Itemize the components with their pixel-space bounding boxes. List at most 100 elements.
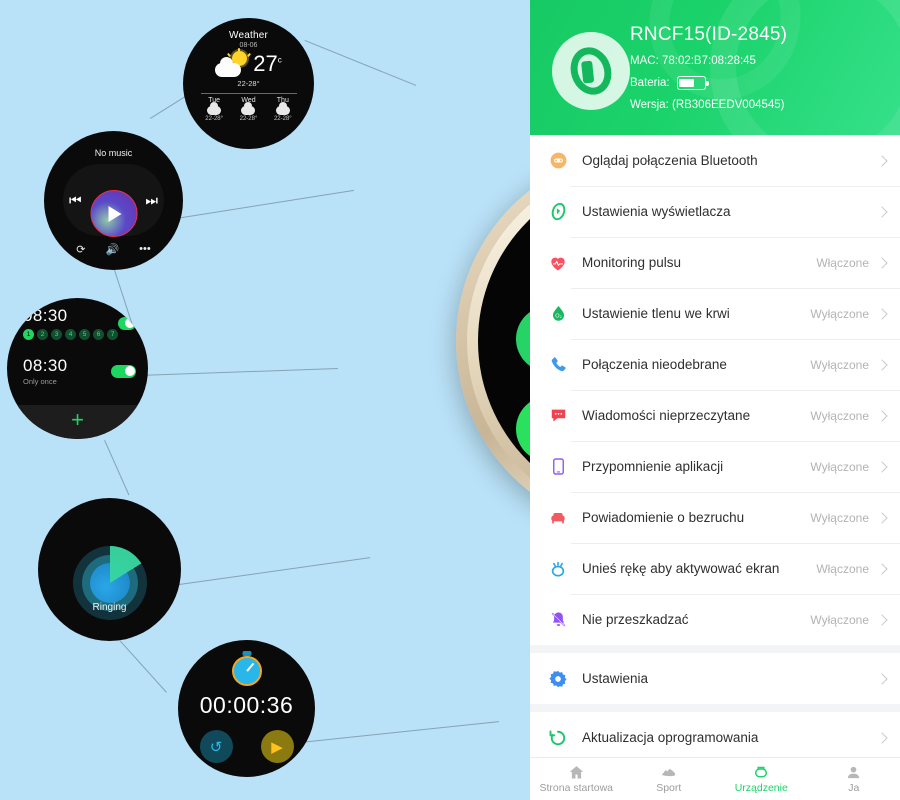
weekday-chip[interactable]: 6 bbox=[93, 329, 104, 340]
play-icon bbox=[108, 205, 122, 222]
row-app-reminder[interactable]: Przypomnienie aplikacji Wyłączone bbox=[530, 441, 900, 492]
row-value: Wyłączone bbox=[810, 612, 869, 627]
stopwatch-controls: ↺ ▶ bbox=[178, 730, 315, 763]
tab-sport[interactable]: Sport bbox=[623, 764, 716, 794]
alarm-toggle[interactable] bbox=[111, 364, 136, 378]
watch-app-call[interactable]: Call bbox=[516, 396, 530, 462]
weekday-chip[interactable]: 1 bbox=[23, 329, 34, 340]
alarm-toggle[interactable] bbox=[118, 316, 136, 330]
watch-band-icon bbox=[564, 41, 618, 101]
watch-case: Music Message Call bbox=[456, 150, 530, 532]
row-display-settings[interactable]: Ustawienia wyświetlacza bbox=[530, 186, 900, 237]
settings-group-2: Ustawienia bbox=[530, 653, 900, 704]
row-label: Wiadomości nieprzeczytane bbox=[582, 408, 751, 423]
row-label: Monitoring pulsu bbox=[582, 255, 682, 270]
weekday-chip[interactable]: 5 bbox=[79, 329, 90, 340]
group-separator bbox=[530, 645, 900, 653]
group-separator bbox=[530, 704, 900, 712]
chevron-right-icon bbox=[876, 460, 888, 473]
device-mac: MAC: 78:02:B7:08:28:45 bbox=[630, 55, 787, 67]
divider bbox=[200, 93, 297, 94]
weekday-chip[interactable]: 4 bbox=[65, 329, 76, 340]
chevron-right-icon bbox=[876, 154, 888, 167]
weather-forecast: Tue 22-28° Wed 22-28° Thu 22-28° bbox=[183, 97, 314, 122]
battery-label: Bateria: bbox=[630, 77, 670, 89]
weekday-chip[interactable]: 2 bbox=[37, 329, 48, 340]
more-icon[interactable]: ••• bbox=[139, 243, 151, 256]
chevron-right-icon bbox=[876, 409, 888, 422]
row-missed-calls[interactable]: Połączenia nieodebrane Wyłączone bbox=[530, 339, 900, 390]
connector-line bbox=[119, 640, 167, 693]
weekday-chip[interactable]: 3 bbox=[51, 329, 62, 340]
play-button[interactable] bbox=[90, 190, 137, 237]
alarm-item[interactable]: 08:30 1 2 3 4 5 6 7 bbox=[23, 306, 136, 340]
heart-rate-icon bbox=[547, 252, 569, 274]
sun-cloud-icon bbox=[215, 48, 252, 77]
forecast-day-range: 22-28° bbox=[273, 116, 292, 122]
device-info: RNCF15(ID-2845) MAC: 78:02:B7:08:28:45 B… bbox=[630, 24, 787, 111]
row-value: Wyłączone bbox=[810, 306, 869, 321]
row-firmware-update[interactable]: Aktualizacja oprogramowania bbox=[530, 712, 900, 763]
chevron-right-icon bbox=[876, 307, 888, 320]
chevron-right-icon bbox=[876, 562, 888, 575]
rain-cloud-icon bbox=[241, 102, 256, 115]
start-button[interactable]: ▶ bbox=[260, 730, 294, 763]
alarm-weekdays: 1 2 3 4 5 6 7 bbox=[23, 329, 118, 340]
chat-bubble-icon bbox=[547, 405, 569, 427]
repeat-icon[interactable]: ⟳ bbox=[76, 243, 85, 256]
watch-face-music: No music ⏮ ⏭ ⟳ 🔊 ••• bbox=[44, 131, 183, 270]
row-bluetooth-calls[interactable]: Oglądaj połączenia Bluetooth bbox=[530, 135, 900, 186]
forecast-day: Thu 22-28° bbox=[274, 97, 292, 122]
weather-current: 27c bbox=[183, 48, 314, 77]
svg-text:O₂: O₂ bbox=[555, 313, 561, 319]
settings-group-3: Aktualizacja oprogramowania bbox=[530, 712, 900, 763]
gear-icon bbox=[547, 668, 569, 690]
forecast-day: Tue 22-28° bbox=[205, 97, 223, 122]
watch-bezel: Music Message Call bbox=[467, 161, 530, 521]
row-label: Unieś rękę aby aktywować ekran bbox=[582, 561, 780, 576]
watch-face-icon bbox=[547, 201, 569, 223]
row-sedentary-reminder[interactable]: Powiadomienie o bezruchu Wyłączone bbox=[530, 492, 900, 543]
forecast-day-range: 22-28° bbox=[239, 116, 258, 122]
mac-value: 78:02:B7:08:28:45 bbox=[661, 55, 756, 67]
device-header: RNCF15(ID-2845) MAC: 78:02:B7:08:28:45 B… bbox=[530, 0, 900, 135]
row-settings[interactable]: Ustawienia bbox=[530, 653, 900, 704]
add-alarm-button[interactable]: + bbox=[7, 409, 148, 431]
reset-button[interactable]: ↺ bbox=[199, 730, 233, 763]
person-icon bbox=[808, 764, 900, 781]
tab-label: Strona startowa bbox=[539, 782, 614, 794]
weekday-chip[interactable]: 7 bbox=[107, 329, 118, 340]
row-raise-to-wake[interactable]: Unieś rękę aby aktywować ekran Włączone bbox=[530, 543, 900, 594]
tab-profile[interactable]: Ja bbox=[808, 764, 900, 794]
volume-icon[interactable]: 🔊 bbox=[105, 243, 119, 256]
row-heart-rate[interactable]: Monitoring pulsu Włączone bbox=[530, 237, 900, 288]
alarm-item[interactable]: 08:30 Only once bbox=[23, 356, 136, 386]
row-value: Wyłączone bbox=[810, 357, 869, 372]
raise-wrist-icon bbox=[547, 558, 569, 580]
watch-face-alarms: 08:30 1 2 3 4 5 6 7 08:30 Only once + bbox=[7, 298, 148, 439]
next-track-icon[interactable]: ⏭ bbox=[145, 192, 158, 209]
previous-track-icon[interactable]: ⏮ bbox=[69, 192, 82, 209]
row-value: Wyłączone bbox=[810, 510, 869, 525]
row-label: Przypomnienie aplikacji bbox=[582, 459, 724, 474]
tab-label: Ja bbox=[848, 782, 860, 794]
chevron-right-icon bbox=[876, 358, 888, 371]
row-label: Powiadomienie o bezruchu bbox=[582, 510, 745, 525]
screenshot-root: Music Message Call bbox=[0, 0, 900, 800]
row-blood-oxygen[interactable]: O₂ Ustawienie tlenu we krwi Wyłączone bbox=[530, 288, 900, 339]
row-label: Ustawienie tlenu we krwi bbox=[582, 306, 730, 321]
device-version: Wersja: (RB306EEDV004545) bbox=[630, 99, 787, 111]
alarm-time: 08:30 bbox=[23, 306, 68, 325]
version-value: (RB306EEDV004545) bbox=[671, 99, 785, 111]
version-label: Wersja: bbox=[630, 99, 669, 111]
tab-home[interactable]: Strona startowa bbox=[530, 764, 623, 794]
battery-icon bbox=[676, 76, 709, 90]
row-do-not-disturb[interactable]: Nie przeszkadzać Wyłączone bbox=[530, 594, 900, 645]
watch-face-weather: Weather 08-06 27c 22-28° Tue 22-28° Wed … bbox=[183, 18, 314, 149]
watch-app-message[interactable]: Message bbox=[516, 306, 530, 372]
watch-screen: Music Message Call bbox=[478, 172, 530, 510]
connector-line bbox=[300, 721, 500, 743]
row-unread-messages[interactable]: Wiadomości nieprzeczytane Wyłączone bbox=[530, 390, 900, 441]
tab-device[interactable]: Urządzenie bbox=[715, 764, 808, 794]
shoe-icon bbox=[623, 764, 716, 781]
